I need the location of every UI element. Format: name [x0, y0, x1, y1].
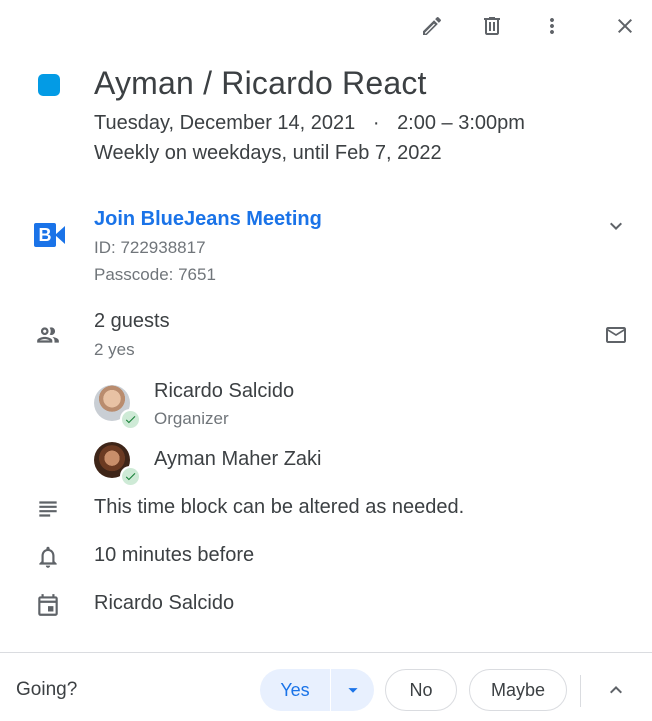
footer-divider — [580, 675, 581, 707]
rsvp-prompt: Going? — [16, 679, 78, 700]
close-icon — [618, 19, 632, 33]
email-icon — [606, 327, 626, 343]
trash-icon — [484, 17, 500, 35]
guest-name: Ricardo Salcido — [154, 380, 295, 402]
reminder-text: 10 minutes before — [94, 544, 255, 566]
email-guests-button[interactable] — [596, 315, 636, 355]
meeting-passcode: Passcode: 7651 — [94, 265, 216, 284]
description-icon — [33, 494, 63, 524]
guest-name: Ayman Maher Zaki — [154, 448, 322, 470]
pencil-icon — [423, 16, 442, 35]
video-camera-lens — [55, 226, 65, 244]
calendar-icon — [33, 590, 63, 620]
event-date: Tuesday, December 14, 2021 — [94, 112, 356, 134]
check-icon — [125, 415, 135, 423]
event-time: 2:00 – 3:00pm — [397, 112, 525, 134]
delete-button[interactable] — [472, 6, 512, 46]
guest-avatar-ricardo — [94, 385, 140, 429]
event-color-chip — [38, 74, 60, 96]
accepted-badge — [120, 466, 140, 486]
chevron-up-icon — [610, 686, 622, 694]
accepted-badge — [120, 409, 140, 429]
more-options-button[interactable] — [532, 6, 572, 46]
join-bluejeans-link[interactable]: Join BlueJeans Meeting — [94, 208, 322, 231]
guest-count: 2 guests — [94, 310, 170, 332]
edit-button[interactable] — [412, 6, 452, 46]
rsvp-yes-dropdown[interactable] — [331, 679, 374, 701]
event-title: Ayman / Ricardo React — [94, 65, 427, 101]
bluejeans-logo-mark: B — [34, 223, 56, 247]
bluejeans-logo: B — [34, 223, 65, 247]
event-datetime: Tuesday, December 14, 2021 · 2:00 – 3:00… — [94, 112, 525, 135]
rsvp-no-button[interactable]: No — [385, 669, 457, 711]
check-icon — [125, 472, 135, 480]
bell-icon — [33, 542, 63, 572]
meeting-id: ID: 722938817 — [94, 238, 206, 257]
datetime-separator: · — [372, 112, 380, 134]
guests-icon — [33, 320, 63, 350]
expand-rsvp-button[interactable] — [596, 670, 636, 710]
guest-role: Organizer — [154, 409, 229, 428]
rsvp-footer: Going? Yes No Maybe — [0, 652, 652, 721]
event-recurrence: Weekly on weekdays, until Feb 7, 2022 — [94, 142, 442, 164]
more-vert-icon — [550, 18, 554, 34]
event-description: This time block can be altered as needed… — [94, 496, 465, 518]
rsvp-yes-button[interactable]: Yes — [260, 680, 330, 701]
guest-avatar-ayman — [94, 442, 140, 486]
calendar-owner: Ricardo Salcido — [94, 592, 235, 614]
arrow-drop-down-icon — [347, 688, 358, 693]
rsvp-yes-group: Yes — [260, 669, 374, 711]
close-button[interactable] — [605, 6, 645, 46]
expand-conference-button[interactable] — [596, 206, 636, 246]
rsvp-maybe-button[interactable]: Maybe — [469, 669, 567, 711]
guest-responses: 2 yes — [94, 340, 135, 359]
chevron-down-icon — [610, 222, 622, 230]
